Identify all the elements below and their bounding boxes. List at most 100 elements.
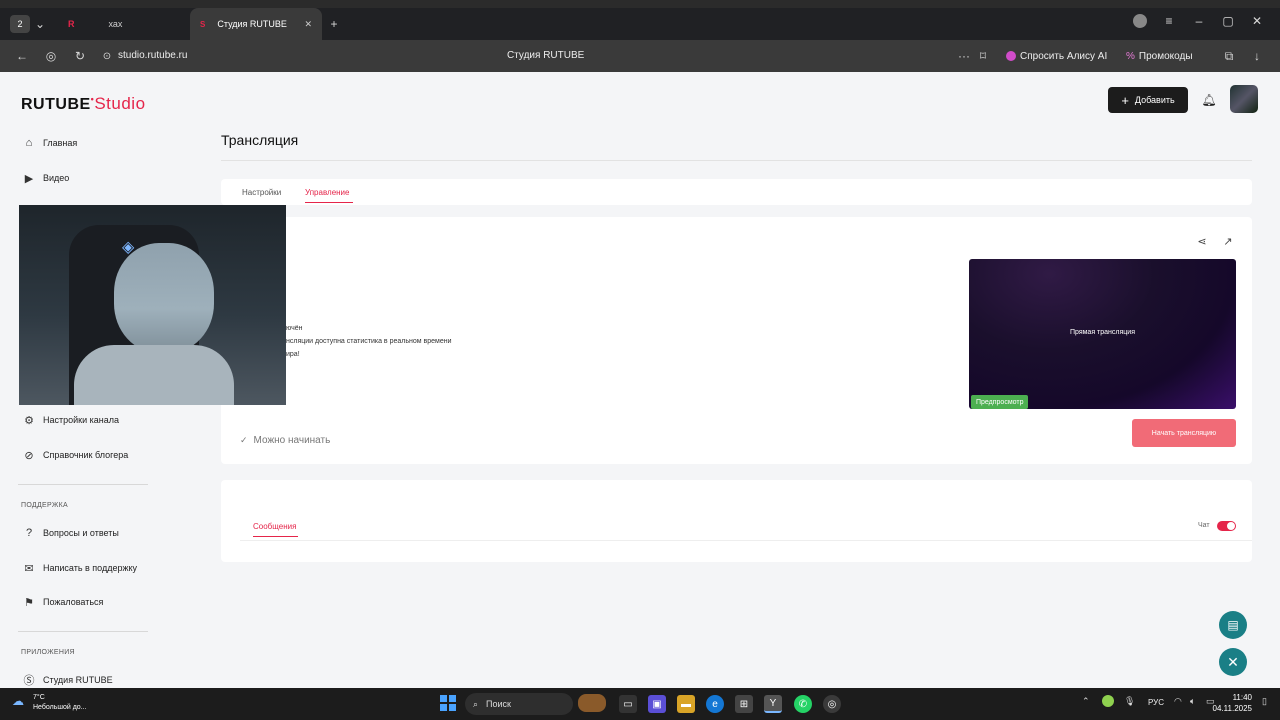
tab-messages[interactable]: Сообщения xyxy=(253,522,296,531)
search-icon: ⌕ xyxy=(473,698,479,709)
back-icon[interactable]: ← xyxy=(14,48,30,64)
tab-hah[interactable]: R хах xyxy=(60,8,190,40)
address-url[interactable]: studio.rutube.ru xyxy=(118,50,188,61)
tab-strip: 2 ⌄ R хах S Студия RUTUBE ✕ + ≡ – ▢ ✕ xyxy=(0,8,1280,40)
flag-icon: ⚑ xyxy=(24,596,34,609)
chat-toggle[interactable] xyxy=(1217,521,1236,531)
clock[interactable]: 11:40 04.11.2025 xyxy=(1212,692,1252,714)
sidebar-item-studio-app[interactable]: Ⓢ Студия RUTUBE xyxy=(22,673,113,687)
promo-button[interactable]: % Промокоды xyxy=(1120,46,1199,66)
volume-icon[interactable]: 🔈︎ xyxy=(1190,696,1195,707)
support-heading: ПОДДЕРЖКА xyxy=(21,502,68,509)
stream-preview: Прямая трансляция Предпросмотр xyxy=(969,259,1236,409)
address-bar-row: ← ◎ ↻ ⊙ studio.rutube.ru Студия RUTUBE ·… xyxy=(0,40,1280,72)
sidebar-item-blogger-guide[interactable]: ⊘ Справочник блогера xyxy=(22,448,128,462)
search-label: Поиск xyxy=(486,699,511,709)
taskbar: ☁ 7°C Небольшой до... ⌕ Поиск ▭ ▣ ▬ e ⊞ … xyxy=(0,688,1280,720)
messages-underline xyxy=(253,536,298,537)
minimize-icon[interactable]: – xyxy=(1192,14,1206,28)
teams-icon[interactable]: ▣ xyxy=(648,695,666,713)
weather-temp: 7°C xyxy=(33,694,45,701)
webcam-overlay: ◈ xyxy=(19,205,286,405)
chat-label: Чат xyxy=(1198,522,1210,529)
tray-chevron-icon[interactable]: ⌃ xyxy=(1082,696,1090,707)
tab-settings[interactable]: Настройки xyxy=(242,188,281,197)
question-icon: ? xyxy=(25,527,33,539)
yandex-browser-icon[interactable]: Y xyxy=(764,695,782,713)
sidebar-item-write-support[interactable]: ✉ Написать в поддержку xyxy=(22,561,137,575)
sidebar-item-channel-settings[interactable]: ⚙ Настройки канала xyxy=(22,413,119,427)
whatsapp-icon[interactable]: ✆ xyxy=(794,695,812,713)
store-icon[interactable]: ⊞ xyxy=(735,695,753,713)
weather-widget[interactable]: 7°C Небольшой до... xyxy=(33,693,87,713)
language-indicator[interactable]: РУС xyxy=(1148,698,1164,707)
history-icon[interactable]: ◎ xyxy=(43,48,59,64)
sidebar-item-label: Настройки канала xyxy=(43,415,120,425)
sidebar-item-label: Студия RUTUBE xyxy=(43,675,113,685)
status-text: ючён нсляции доступна статистика в реаль… xyxy=(286,322,452,361)
sidebar-item-faq[interactable]: ? Вопросы и ответы xyxy=(22,526,119,540)
apps-heading: ПРИЛОЖЕНИЯ xyxy=(21,649,75,656)
food-image-icon[interactable] xyxy=(578,694,606,712)
windows-start-icon[interactable] xyxy=(440,695,456,711)
bookmark-icon[interactable]: ⌑ xyxy=(976,48,990,64)
task-view-icon[interactable]: ▭ xyxy=(619,695,637,713)
maximize-icon[interactable]: ▢ xyxy=(1221,14,1235,28)
status-line: ира! xyxy=(286,351,300,358)
sidebar-item-label: Написать в поддержку xyxy=(43,563,138,573)
start-stream-button[interactable]: Начать трансляцию xyxy=(1132,419,1236,447)
page-title-bar: Студия RUTUBE xyxy=(507,50,585,61)
gear-icon: ⚙ xyxy=(24,414,34,427)
taskbar-search[interactable]: ⌕ Поиск xyxy=(465,693,573,715)
percent-icon: % xyxy=(1126,50,1135,62)
tab-control[interactable]: Управление xyxy=(305,188,349,197)
video-icon: ▶ xyxy=(24,172,34,185)
messages-divider xyxy=(240,540,1252,541)
close-window-icon[interactable]: ✕ xyxy=(1250,14,1264,28)
notification-icon[interactable]: ▯ xyxy=(1262,696,1267,707)
tray-app-icon[interactable] xyxy=(1102,695,1114,707)
sidebar-item-video[interactable]: ▶ Видео xyxy=(22,171,70,185)
explorer-icon[interactable]: ▬ xyxy=(677,695,695,713)
tab-count-badge[interactable]: 2 xyxy=(10,15,30,33)
avatar[interactable] xyxy=(1230,85,1258,113)
add-button-label: Добавить xyxy=(1134,95,1175,105)
sidebar-item-label: Справочник блогера xyxy=(43,450,129,460)
preview-title: Прямая трансляция xyxy=(1069,329,1136,336)
status-line: ючён xyxy=(286,325,303,332)
face-shape xyxy=(114,243,214,353)
add-button[interactable]: + Добавить xyxy=(1108,87,1188,113)
sidebar-item-label: Главная xyxy=(43,138,78,148)
wifi-icon[interactable]: ◠ xyxy=(1174,696,1182,707)
tab-studio-rutube[interactable]: S Студия RUTUBE ✕ xyxy=(190,8,322,40)
rutube-studio-logo[interactable]: RUTUBE•Studio xyxy=(21,94,146,114)
mic-icon[interactable]: 🎙︎ xyxy=(1124,696,1135,707)
extension-icon[interactable]: ⧉ xyxy=(1222,48,1236,64)
chrome-icon[interactable]: ◎ xyxy=(823,695,841,713)
sidebar-item-home[interactable]: ⌂ Главная xyxy=(22,136,78,150)
close-widget-icon[interactable]: ✕ xyxy=(1219,648,1247,676)
title-divider xyxy=(221,160,1252,161)
more-icon[interactable]: ··· xyxy=(957,48,971,64)
close-tab-icon[interactable]: ✕ xyxy=(304,19,312,30)
sidebar-item-report[interactable]: ⚑ Пожаловаться xyxy=(22,595,103,609)
reload-icon[interactable]: ↻ xyxy=(72,48,88,64)
chat-widget-icon[interactable]: ▤ xyxy=(1219,611,1247,639)
bell-icon[interactable]: 🔔︎ xyxy=(1201,92,1217,108)
chevron-down-icon[interactable]: ⌄ xyxy=(33,17,47,31)
external-link-icon[interactable]: ↗ xyxy=(1221,234,1235,248)
preview-badge: Предпросмотр xyxy=(971,395,1029,409)
edge-icon[interactable]: e xyxy=(706,695,724,713)
clock-date: 04.11.2025 xyxy=(1212,704,1252,713)
menu-icon[interactable]: ≡ xyxy=(1162,14,1176,28)
clock-time: 11:40 xyxy=(1232,693,1252,702)
body-shape xyxy=(74,345,234,405)
stream-card: ⋖ ↗ ючён нсляции доступна статистика в р… xyxy=(221,217,1252,464)
tab-label: хах xyxy=(108,19,123,29)
download-icon[interactable]: ↓ xyxy=(1250,48,1264,64)
check-icon: ✓ xyxy=(240,435,248,445)
new-tab-icon[interactable]: + xyxy=(326,16,342,32)
share-icon[interactable]: ⋖ xyxy=(1195,234,1209,248)
alice-button[interactable]: Спросить Алису AI xyxy=(1000,46,1113,66)
profile-icon[interactable] xyxy=(1133,14,1147,28)
